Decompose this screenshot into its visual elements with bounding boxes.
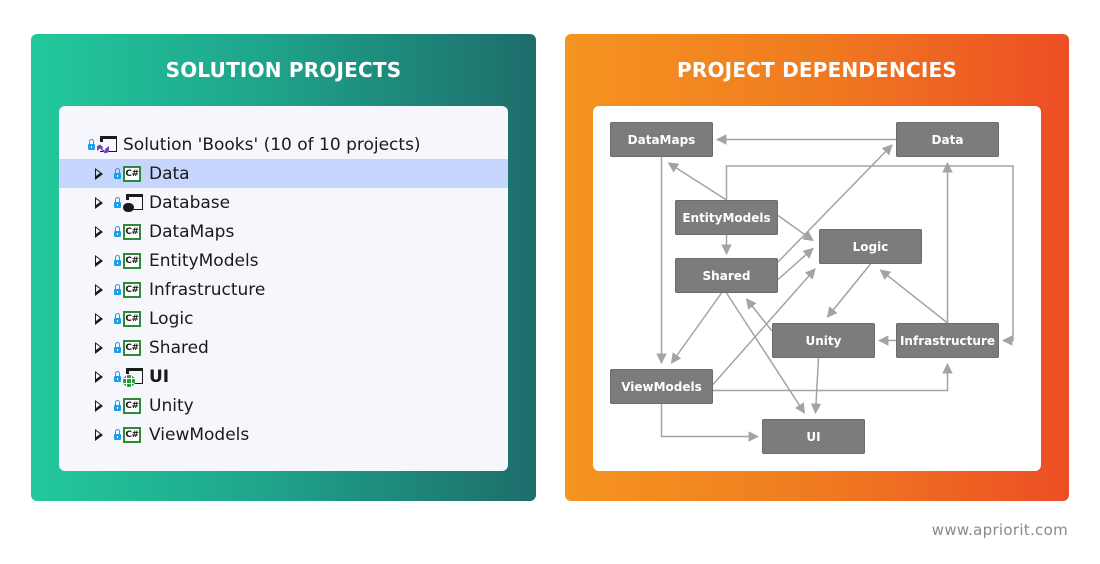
solution-root[interactable]: Solution 'Books' (10 of 10 projects) — [59, 130, 508, 159]
node-unity[interactable]: Unity — [772, 323, 875, 358]
lock-icon — [114, 197, 121, 208]
node-viewmodels[interactable]: ViewModels — [610, 369, 713, 404]
project-item-infrastructure[interactable]: C# Infrastructure — [59, 275, 508, 304]
project-item-entitymodels[interactable]: C# EntityModels — [59, 246, 508, 275]
edge-entitymodels-to-logic — [777, 214, 814, 242]
project-label: EntityModels — [149, 250, 259, 271]
csharp-project-icon: C# — [123, 281, 141, 298]
expand-arrow-icon[interactable] — [95, 399, 103, 412]
csharp-project-icon: C# — [123, 223, 141, 240]
expand-arrow-icon[interactable] — [95, 254, 103, 267]
project-label: ViewModels — [149, 424, 250, 445]
lock-icon — [114, 342, 121, 353]
node-logic[interactable]: Logic — [819, 229, 922, 264]
csharp-project-icon: C# — [123, 339, 141, 356]
expand-arrow-icon[interactable] — [95, 225, 103, 238]
lock-icon — [114, 371, 121, 382]
project-label: Unity — [149, 395, 194, 416]
project-label: Infrastructure — [149, 279, 266, 300]
lock-icon — [114, 226, 121, 237]
project-item-shared[interactable]: C# Shared — [59, 333, 508, 362]
project-label: UI — [149, 366, 170, 387]
node-data[interactable]: Data — [896, 122, 999, 157]
solution-explorer: Solution 'Books' (10 of 10 projects) C# D… — [59, 106, 508, 471]
edge-entitymodels-to-datamaps — [667, 162, 727, 201]
project-label: Logic — [149, 308, 194, 329]
expand-arrow-icon[interactable] — [95, 312, 103, 325]
panel-title: PROJECT DEPENDENCIES — [677, 58, 957, 82]
solution-projects-panel: SOLUTION PROJECTS Solution 'Books' (10 o… — [31, 34, 536, 501]
project-item-ui[interactable]: UI — [59, 362, 508, 391]
project-label: Shared — [149, 337, 209, 358]
node-datamaps[interactable]: DataMaps — [610, 122, 713, 157]
edge-unity-to-ui — [810, 357, 822, 415]
lock-icon — [114, 255, 121, 266]
edge-infrastructure-to-logic — [879, 269, 948, 324]
lock-icon — [114, 284, 121, 295]
project-item-unity[interactable]: C# Unity — [59, 391, 508, 420]
database-project-icon — [123, 193, 143, 212]
lock-icon — [114, 429, 121, 440]
node-shared[interactable]: Shared — [675, 258, 778, 293]
csharp-project-icon: C# — [123, 426, 141, 443]
expand-arrow-icon[interactable] — [95, 167, 103, 180]
project-item-database[interactable]: Database — [59, 188, 508, 217]
website-url[interactable]: www.apriorit.com — [932, 521, 1068, 539]
csharp-project-icon: C# — [123, 165, 141, 182]
edge-unity-to-shared — [745, 298, 773, 332]
solution-tree: Solution 'Books' (10 of 10 projects) C# D… — [59, 130, 508, 449]
node-entitymodels[interactable]: EntityModels — [675, 200, 778, 235]
csharp-project-icon: C# — [123, 252, 141, 269]
lock-icon — [114, 313, 121, 324]
panel-title: SOLUTION PROJECTS — [165, 58, 402, 82]
expand-arrow-icon[interactable] — [95, 196, 103, 209]
edge-shared-to-logic — [777, 247, 814, 281]
edge-shared-to-viewmodels — [670, 292, 723, 364]
web-project-icon — [123, 367, 143, 387]
project-dependencies-panel: PROJECT DEPENDENCIES DataMaps Data EntityM… — [565, 34, 1069, 501]
project-item-logic[interactable]: C# Logic — [59, 304, 508, 333]
lock-icon — [88, 139, 95, 150]
lock-icon — [114, 168, 121, 179]
solution-label: Solution 'Books' (10 of 10 projects) — [123, 134, 421, 155]
csharp-project-icon: C# — [123, 397, 141, 414]
edge-viewmodels-to-infrastructure — [713, 362, 953, 392]
expand-arrow-icon[interactable] — [95, 283, 103, 296]
project-item-viewmodels[interactable]: C# ViewModels — [59, 420, 508, 449]
edge-logic-to-unity — [826, 263, 872, 318]
expand-arrow-icon[interactable] — [95, 341, 103, 354]
dependency-edges — [656, 134, 1014, 442]
node-infrastructure[interactable]: Infrastructure — [896, 323, 999, 358]
csharp-project-icon: C# — [123, 310, 141, 327]
project-label: Data — [149, 163, 190, 184]
lock-icon — [114, 400, 121, 411]
expand-arrow-icon[interactable] — [95, 370, 103, 383]
project-item-datamaps[interactable]: C# DataMaps — [59, 217, 508, 246]
dependency-diagram-area: DataMaps Data EntityModels Logic Shared Unity… — [593, 106, 1041, 471]
project-label: DataMaps — [149, 221, 235, 242]
node-ui[interactable]: UI — [762, 419, 865, 454]
project-item-data[interactable]: C# Data — [59, 159, 508, 188]
edge-viewmodels-to-ui — [660, 404, 760, 442]
expand-arrow-icon[interactable] — [95, 428, 103, 441]
dependency-diagram: DataMaps Data EntityModels Logic Shared Unity… — [593, 106, 1041, 471]
visual-studio-solution-icon — [97, 135, 117, 154]
project-label: Database — [149, 192, 231, 213]
